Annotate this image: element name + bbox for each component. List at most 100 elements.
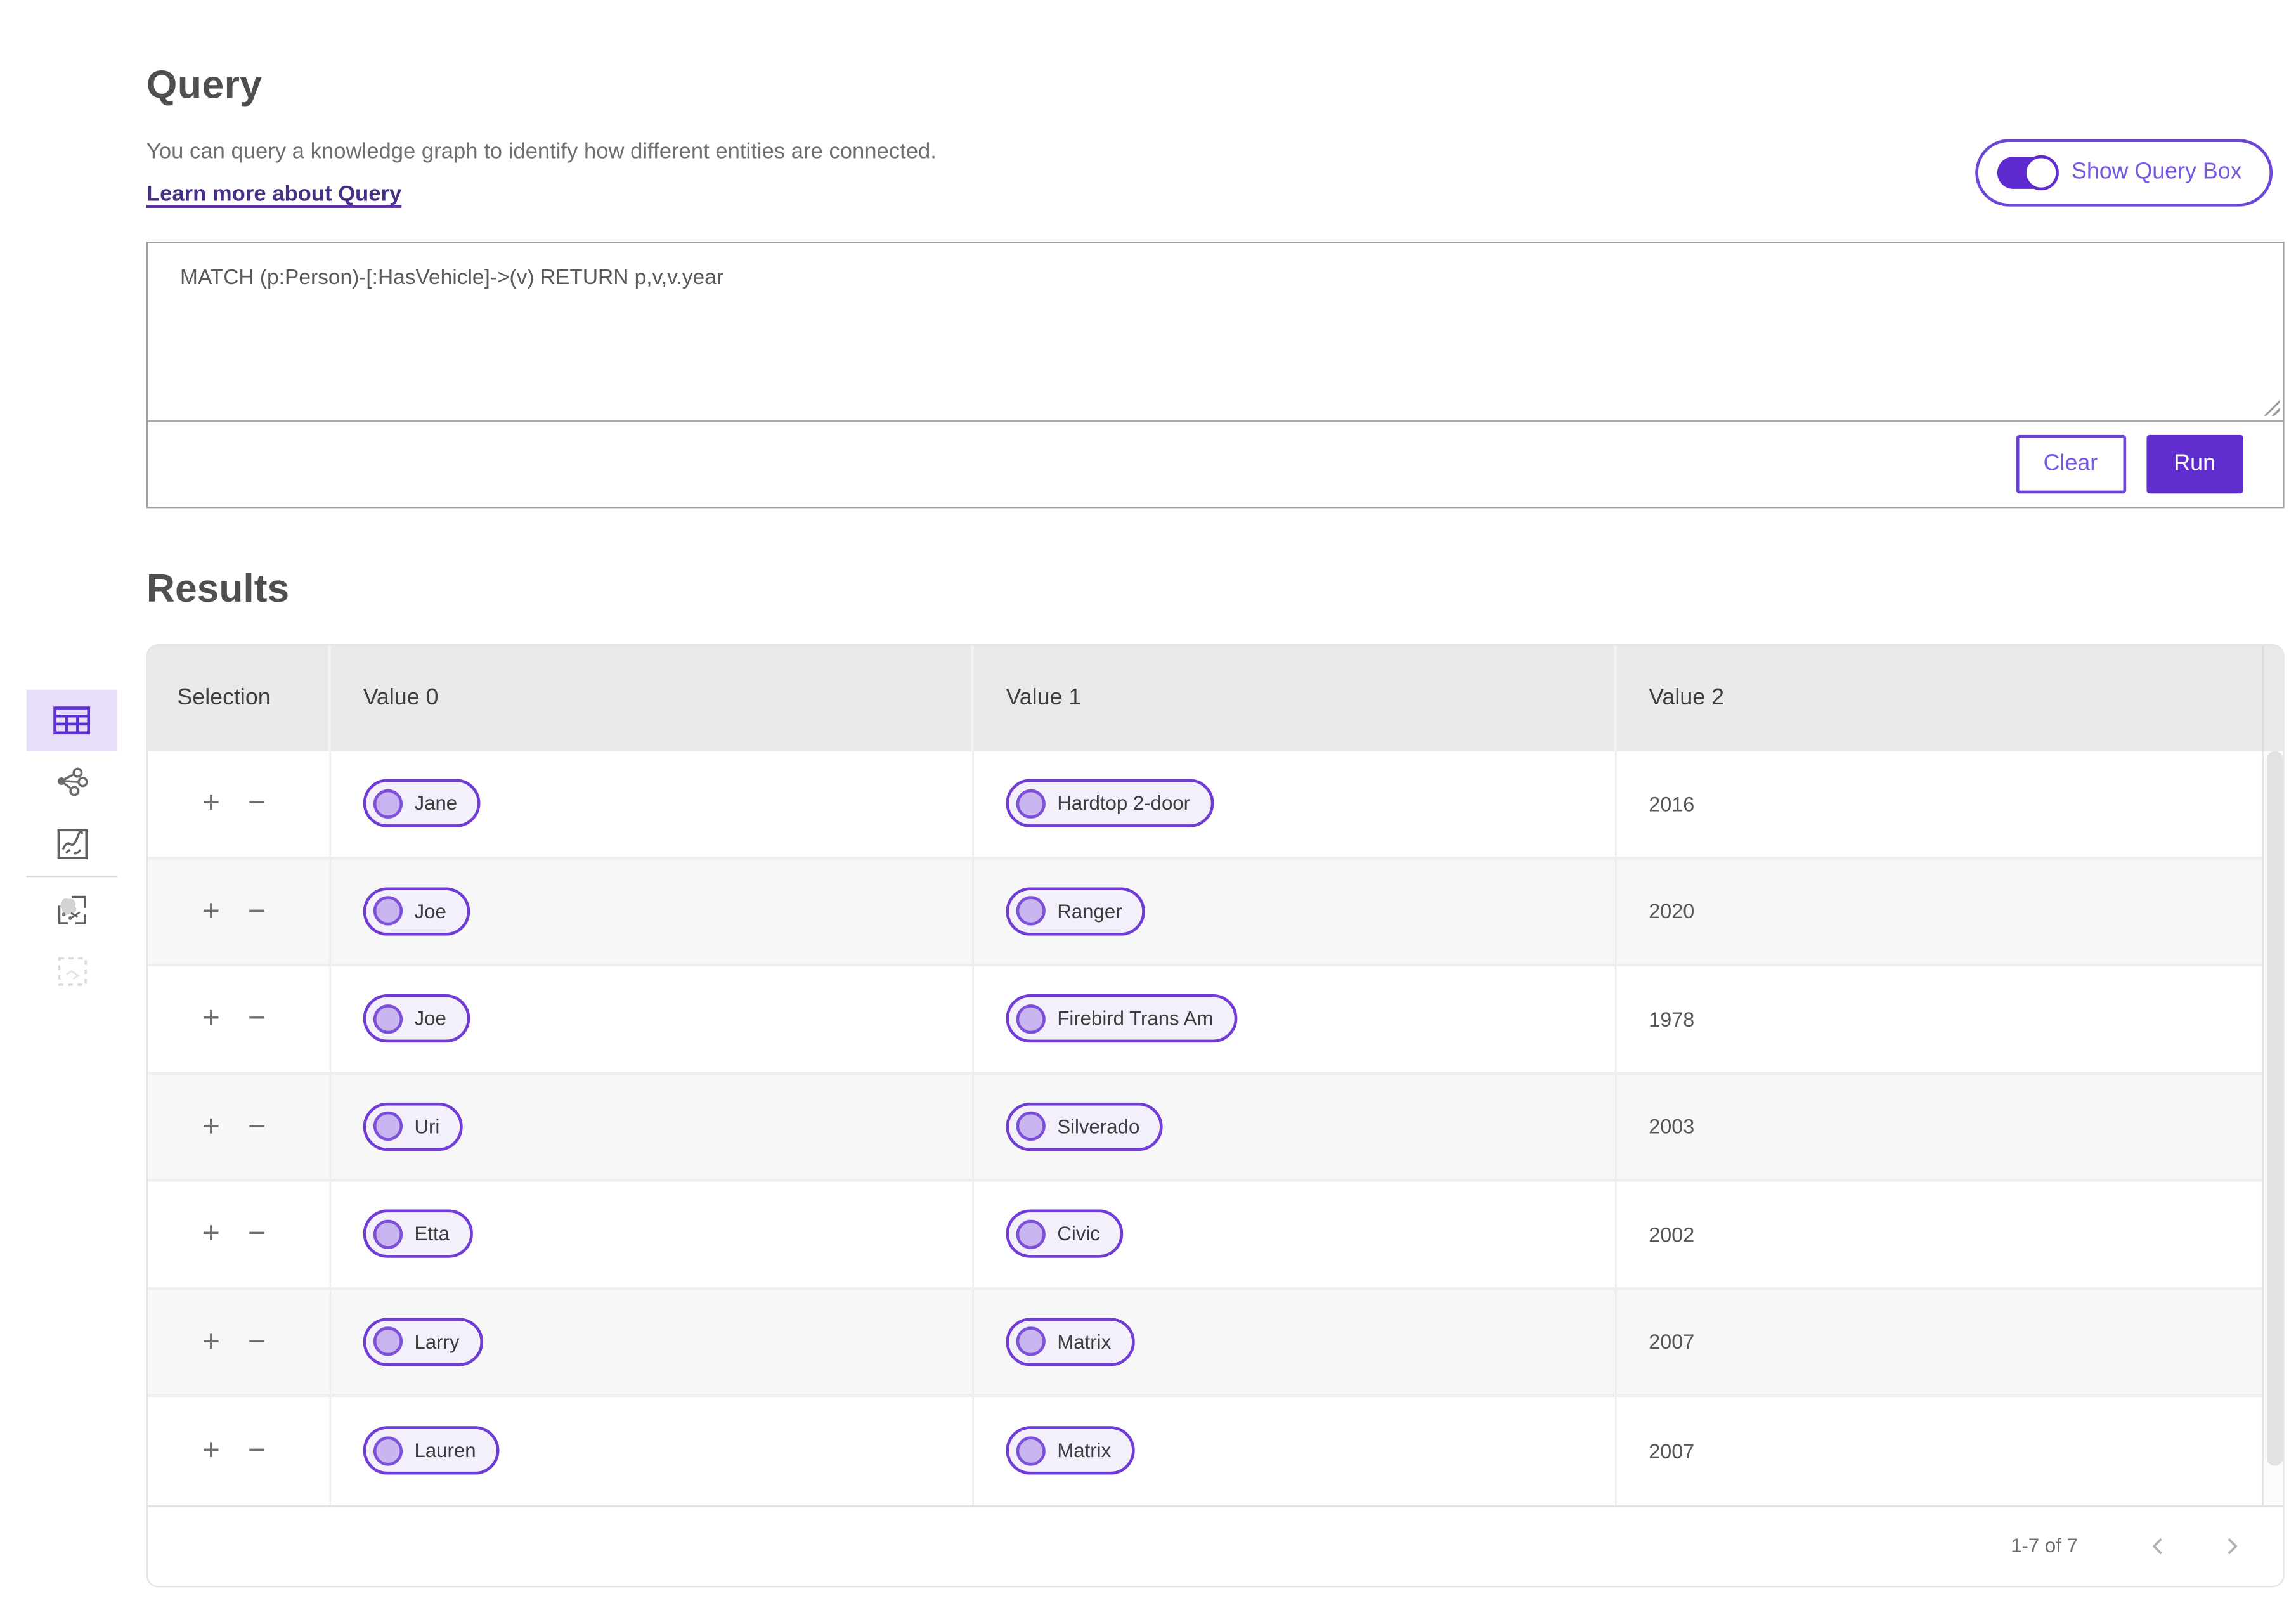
column-header-value2: Value 2 [1649,685,1725,711]
value0-cell: Lauren [331,1397,974,1505]
entity-label: Matrix [1057,1330,1112,1353]
value1-cell: Matrix [974,1289,1617,1394]
add-to-selection-button[interactable]: + [202,1003,220,1034]
table-scrollbar[interactable] [2262,751,2283,1505]
year-value: 2020 [1649,899,1695,923]
entity-label: Silverado [1057,1115,1140,1138]
entity-label: Joe [414,1008,446,1030]
entity-pill[interactable]: Firebird Trans Am [1006,994,1237,1043]
chart-icon [56,828,87,859]
value0-cell: Etta [331,1181,974,1287]
app-viewport: Query You can query a knowledge graph to… [0,0,2296,1615]
entity-pill[interactable]: Uri [363,1102,464,1151]
entity-pill[interactable]: Ranger [1006,886,1146,936]
add-to-selection-button[interactable]: + [202,896,220,926]
year-value: 2007 [1649,1439,1695,1463]
value1-cell: Firebird Trans Am [974,966,1617,1072]
chevron-right-icon [2228,1537,2238,1554]
remove-from-selection-button[interactable]: − [248,1436,266,1466]
sidebar-item-map-view[interactable] [27,879,117,940]
pagination-range: 1-7 of 7 [2011,1534,2078,1557]
graph-icon [56,767,88,796]
value1-cell: Ranger [974,859,1617,964]
entity-pill[interactable]: Civic [1006,1210,1124,1259]
table-row: + − Etta Civic 2002 [148,1181,2283,1290]
prev-page-button[interactable] [2148,1535,2169,1555]
query-input[interactable]: MATCH (p:Person)-[:HasVehicle]->(v) RETU… [148,243,2283,420]
toggle-label: Show Query Box [2071,159,2242,185]
sidebar-item-chart-view[interactable] [27,813,117,874]
entity-pill[interactable]: Silverado [1006,1102,1164,1151]
toggle-switch-icon[interactable] [1997,155,2059,191]
show-query-box-toggle[interactable]: Show Query Box [1975,139,2273,207]
selection-cell: + − [148,966,331,1072]
results-table: Selection Value 0 Value 1 Value 2 + − Ja… [146,644,2285,1587]
add-to-selection-button[interactable]: + [202,1326,220,1357]
value0-cell: Jane [331,751,974,856]
chevron-left-icon [2152,1537,2162,1554]
entity-pill[interactable]: Hardtop 2-door [1006,779,1214,828]
entity-label: Larry [414,1330,460,1353]
next-page-button[interactable] [2221,1535,2241,1555]
column-header-selection: Selection [148,645,331,751]
node-circle-icon [1016,789,1046,819]
value0-cell: Joe [331,859,974,964]
add-to-selection-button[interactable]: + [202,1436,220,1466]
table-header-row: Selection Value 0 Value 1 Value 2 [148,645,2283,751]
add-to-selection-button[interactable]: + [202,1111,220,1141]
node-circle-icon [1016,1436,1046,1466]
entity-pill[interactable]: Larry [363,1317,483,1366]
table-footer: 1-7 of 7 [148,1504,2283,1585]
column-header-value0: Value 0 [331,645,974,751]
run-button[interactable]: Run [2146,434,2243,494]
entity-pill[interactable]: Lauren [363,1426,500,1476]
value1-cell: Civic [974,1181,1617,1287]
remove-from-selection-button[interactable]: − [248,1219,266,1249]
clear-button[interactable]: Clear [2015,434,2126,494]
learn-more-link[interactable]: Learn more about Query [146,181,401,206]
value1-cell: Hardtop 2-door [974,751,1617,856]
add-to-selection-button[interactable]: + [202,1219,220,1249]
entity-label: Etta [414,1223,450,1245]
entity-pill[interactable]: Joe [363,994,470,1043]
node-circle-icon [373,789,403,819]
selection-cell: + − [148,751,331,856]
entity-pill[interactable]: Matrix [1006,1317,1135,1366]
entity-label: Lauren [414,1439,476,1462]
table-row: + − Joe Ranger 2020 [148,859,2283,967]
table-icon [53,706,91,735]
entity-pill[interactable]: Matrix [1006,1426,1135,1476]
entity-pill[interactable]: Jane [363,779,481,828]
entity-label: Matrix [1057,1439,1112,1462]
value0-cell: Joe [331,966,974,1072]
node-circle-icon [1016,1326,1046,1356]
page-title: Query [146,63,263,107]
remove-from-selection-button[interactable]: − [248,788,266,819]
remove-from-selection-button[interactable]: − [248,1003,266,1034]
entity-pill[interactable]: Etta [363,1210,473,1259]
sidebar-divider [26,875,117,878]
sidebar-item-graph-view[interactable] [27,751,117,813]
remove-from-selection-button[interactable]: − [248,896,266,926]
node-circle-icon [373,1436,403,1466]
year-value: 2007 [1649,1330,1695,1354]
query-page: Query You can query a knowledge graph to… [0,0,2296,1615]
node-circle-icon [373,1326,403,1356]
add-to-selection-button[interactable]: + [202,788,220,819]
sidebar-item-selection-view [27,940,117,1002]
column-header-value1: Value 1 [974,645,1617,751]
remove-from-selection-button[interactable]: − [248,1326,266,1357]
toggle-knob-icon [2023,155,2059,191]
node-circle-icon [1016,1219,1046,1249]
entity-label: Hardtop 2-door [1057,792,1191,815]
entity-pill[interactable]: Joe [363,886,470,936]
remove-from-selection-button[interactable]: − [248,1111,266,1141]
node-circle-icon [373,1112,403,1141]
selection-cell: + − [148,1181,331,1287]
node-circle-icon [1016,896,1046,926]
view-switcher-sidebar [26,689,117,1002]
sidebar-item-table-view[interactable] [26,689,117,751]
scrollbar-thumb[interactable] [2266,751,2283,1466]
year-value: 1978 [1649,1007,1695,1031]
node-circle-icon [373,1004,403,1034]
